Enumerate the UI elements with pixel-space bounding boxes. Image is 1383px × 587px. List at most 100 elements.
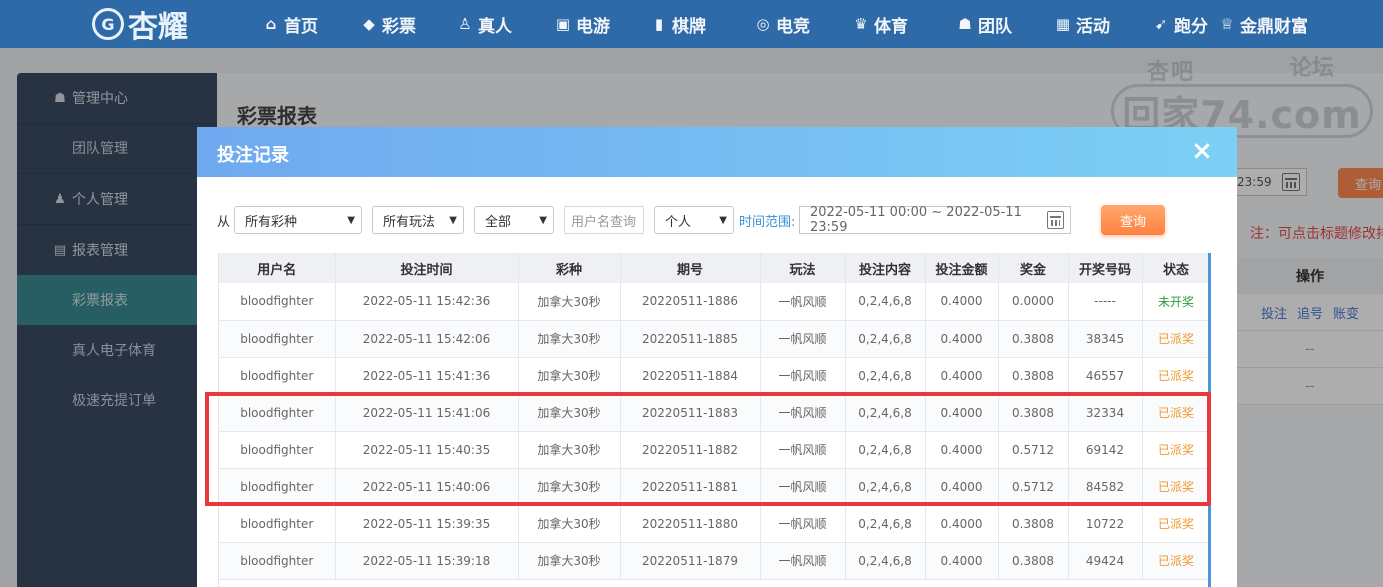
column-header[interactable]: 彩种 [518, 253, 621, 283]
table-cell: 2022-05-11 15:39:35 [335, 505, 519, 543]
logo-badge-icon: G [92, 8, 124, 40]
trophy-icon: ♛ [854, 15, 868, 33]
table-cell: 20220511-1886 [620, 283, 761, 321]
table-cell: 0.4000 [925, 357, 999, 395]
column-header[interactable]: 期号 [620, 253, 761, 283]
team-icon: ☗ [958, 15, 972, 33]
table-cell: 0.0000 [998, 283, 1069, 321]
nav-item-label: 团队 [978, 16, 1012, 37]
table-cell: 加拿大30秒 [518, 320, 621, 358]
table-cell: 0.3808 [998, 320, 1069, 358]
table-cell: 0,2,4,6,8 [845, 505, 926, 543]
main-nav: ⌂ 首页 ◆ 彩票 ♙ 真人 ▣ 电游 ▮ 棋牌 ◎ 电竞 ♛ 体育 ☗ 团队 ▦ 活动 ➹ 跑分 ♕ 金鼎财富 [262, 0, 1308, 48]
scope-select[interactable]: 全部 ▼ [474, 206, 554, 234]
table-cell: ----- [1068, 283, 1143, 321]
person-select[interactable]: 个人 ▼ [654, 206, 734, 234]
wealth-icon: ♕ [1220, 15, 1234, 33]
table-cell: bloodfighter [219, 542, 336, 580]
table-cell: 加拿大30秒 [518, 542, 621, 580]
table-cell: 2022-05-11 15:42:36 [335, 283, 519, 321]
table-cell: 10722 [1068, 505, 1143, 543]
select-value: 所有彩种 [245, 214, 298, 230]
table-row[interactable]: bloodfighter 2022-05-11 15:39:18 加拿大30秒 202… [219, 542, 1209, 580]
nav-item-label: 电游 [576, 16, 610, 37]
table-cell: 加拿大30秒 [518, 357, 621, 395]
table-row[interactable]: bloodfighter 2022-05-11 15:42:06 加拿大30秒 202… [219, 320, 1209, 358]
table-cell: bloodfighter [219, 320, 336, 358]
nav-item-label: 跑分 [1174, 16, 1208, 37]
chevron-down-icon: ▼ [449, 214, 457, 226]
date-range-value: 2022-05-11 00:00 ~ 2022-05-11 23:59 [810, 205, 1022, 235]
table-cell: 0.4000 [925, 320, 999, 358]
table-cell: bloodfighter [219, 505, 336, 543]
chevron-down-icon: ▼ [347, 214, 355, 226]
live-dealer-icon: ♙ [458, 15, 472, 33]
table-cell: 加拿大30秒 [518, 283, 621, 321]
table-cell: 38345 [1068, 320, 1143, 358]
gamepad-icon: ◎ [756, 15, 770, 33]
column-header[interactable]: 用户名 [219, 253, 336, 283]
site-logo[interactable]: G 杏耀 [92, 6, 188, 45]
close-icon[interactable]: × [1190, 138, 1214, 164]
nav-item[interactable]: ▦ 活动 [1054, 12, 1110, 37]
column-header[interactable]: 玩法 [760, 253, 846, 283]
table-cell: 0.4000 [925, 283, 999, 321]
column-header[interactable]: 状态 [1142, 253, 1209, 283]
status-badge: 已派奖 [1142, 542, 1209, 580]
time-range-label: 时间范围: [739, 214, 796, 230]
nav-item[interactable]: ➹ 跑分 [1152, 12, 1208, 37]
column-header[interactable]: 开奖号码 [1068, 253, 1143, 283]
query-button[interactable]: 查询 [1101, 205, 1165, 235]
table-cell: 46557 [1068, 357, 1143, 395]
table-cell: 一帆风顺 [760, 283, 846, 321]
table-row[interactable]: bloodfighter 2022-05-11 15:41:36 加拿大30秒 202… [219, 357, 1209, 395]
status-badge: 已派奖 [1142, 320, 1209, 358]
play-type-select[interactable]: 所有玩法 ▼ [372, 206, 464, 234]
table-cell: 一帆风顺 [760, 320, 846, 358]
nav-item-label: 棋牌 [672, 16, 706, 37]
nav-item[interactable]: ⌂ 首页 [262, 12, 318, 37]
table-row[interactable]: bloodfighter 2022-05-11 15:39:35 加拿大30秒 202… [219, 505, 1209, 543]
top-nav-bar: G 杏耀 ⌂ 首页 ◆ 彩票 ♙ 真人 ▣ 电游 ▮ 棋牌 ◎ 电竞 ♛ 体育 ☗ 团队 ▦ 活动 ➹ 跑分 ♕ 金鼎财富 [0, 0, 1383, 48]
calendar-icon [1047, 211, 1064, 229]
table-row[interactable]: bloodfighter 2022-05-11 15:42:36 加拿大30秒 202… [219, 283, 1209, 321]
chevron-down-icon: ▼ [719, 214, 727, 226]
nav-item[interactable]: ▮ 棋牌 [650, 12, 706, 37]
column-header[interactable]: 投注时间 [335, 253, 519, 283]
home-icon: ⌂ [265, 15, 277, 33]
nav-item[interactable]: ♙ 真人 [456, 12, 512, 37]
nav-item-label: 真人 [478, 16, 512, 37]
nav-item[interactable]: ♕ 金鼎财富 [1218, 12, 1308, 37]
username-search-input[interactable]: 用户名查询 [564, 206, 644, 234]
column-header[interactable]: 投注内容 [845, 253, 926, 283]
status-badge: 未开奖 [1142, 283, 1209, 321]
table-cell: 0,2,4,6,8 [845, 542, 926, 580]
nav-item[interactable]: ♛ 体育 [852, 12, 908, 37]
table-cell: 2022-05-11 15:39:18 [335, 542, 519, 580]
date-range-input[interactable]: 2022-05-11 00:00 ~ 2022-05-11 23:59 [799, 205, 1071, 235]
table-cell: 20220511-1879 [620, 542, 761, 580]
table-cell: 20220511-1880 [620, 505, 761, 543]
table-cell: 加拿大30秒 [518, 505, 621, 543]
status-badge: 已派奖 [1142, 505, 1209, 543]
modal-title: 投注记录 [217, 145, 289, 166]
column-header[interactable]: 奖金 [998, 253, 1069, 283]
nav-item-label: 金鼎财富 [1240, 16, 1308, 37]
nav-item-label: 活动 [1076, 16, 1110, 37]
chevron-down-icon: ▼ [539, 214, 547, 226]
nav-item[interactable]: ◆ 彩票 [360, 12, 416, 37]
lottery-type-select[interactable]: 所有彩种 ▼ [234, 206, 362, 234]
column-header[interactable]: 投注金额 [925, 253, 999, 283]
table-cell: 20220511-1885 [620, 320, 761, 358]
gift-icon: ▦ [1055, 15, 1071, 33]
nav-item[interactable]: ◎ 电竞 [754, 12, 810, 37]
table-cell: bloodfighter [219, 283, 336, 321]
select-value: 个人 [665, 214, 692, 230]
table-cell: 2022-05-11 15:41:36 [335, 357, 519, 395]
table-cell: 0.3808 [998, 542, 1069, 580]
nav-item[interactable]: ☗ 团队 [956, 12, 1012, 37]
nav-item-label: 体育 [874, 16, 908, 37]
cards-icon: ▮ [654, 15, 664, 33]
nav-item[interactable]: ▣ 电游 [554, 12, 610, 37]
lottery-ticket-icon: ◆ [363, 15, 375, 33]
